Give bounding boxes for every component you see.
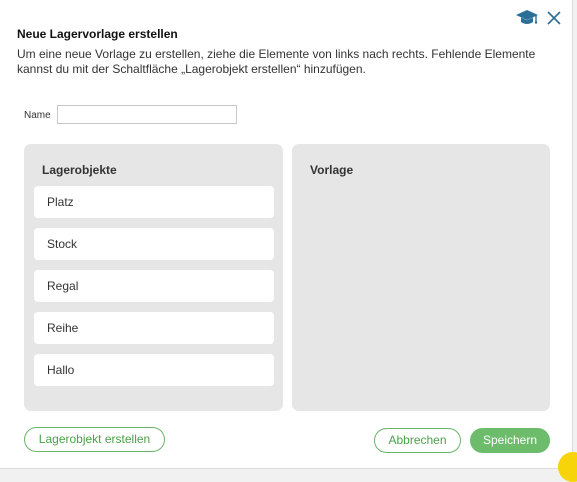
storage-objects-title: Lagerobjekte [42, 163, 117, 177]
storage-object-item[interactable]: Reihe [34, 312, 274, 344]
name-input[interactable] [57, 105, 237, 124]
storage-object-item[interactable]: Hallo [34, 354, 274, 386]
save-button[interactable]: Speichern [470, 428, 550, 453]
create-template-dialog: Neue Lagervorlage erstellen Um eine neue… [0, 0, 573, 469]
storage-object-item[interactable]: Regal [34, 270, 274, 302]
cancel-button[interactable]: Abbrechen [374, 428, 461, 453]
create-storage-object-button[interactable]: Lagerobjekt erstellen [24, 427, 165, 452]
template-panel-title: Vorlage [310, 163, 354, 177]
storage-objects-list: Platz Stock Regal Reihe Hallo [34, 186, 274, 396]
dialog-description: Um eine neue Vorlage zu erstellen, ziehe… [17, 47, 536, 76]
template-drop-panel[interactable]: Vorlage [292, 144, 550, 411]
storage-object-item[interactable]: Stock [34, 228, 274, 260]
storage-object-item[interactable]: Platz [34, 186, 274, 218]
dialog-title: Neue Lagervorlage erstellen [17, 27, 178, 41]
storage-objects-panel: Lagerobjekte Platz Stock Regal Reihe Hal… [24, 144, 283, 411]
graduation-cap-icon[interactable] [515, 9, 539, 27]
close-icon[interactable] [546, 10, 562, 26]
cursor-indicator [558, 452, 577, 482]
name-label: Name [24, 110, 51, 121]
